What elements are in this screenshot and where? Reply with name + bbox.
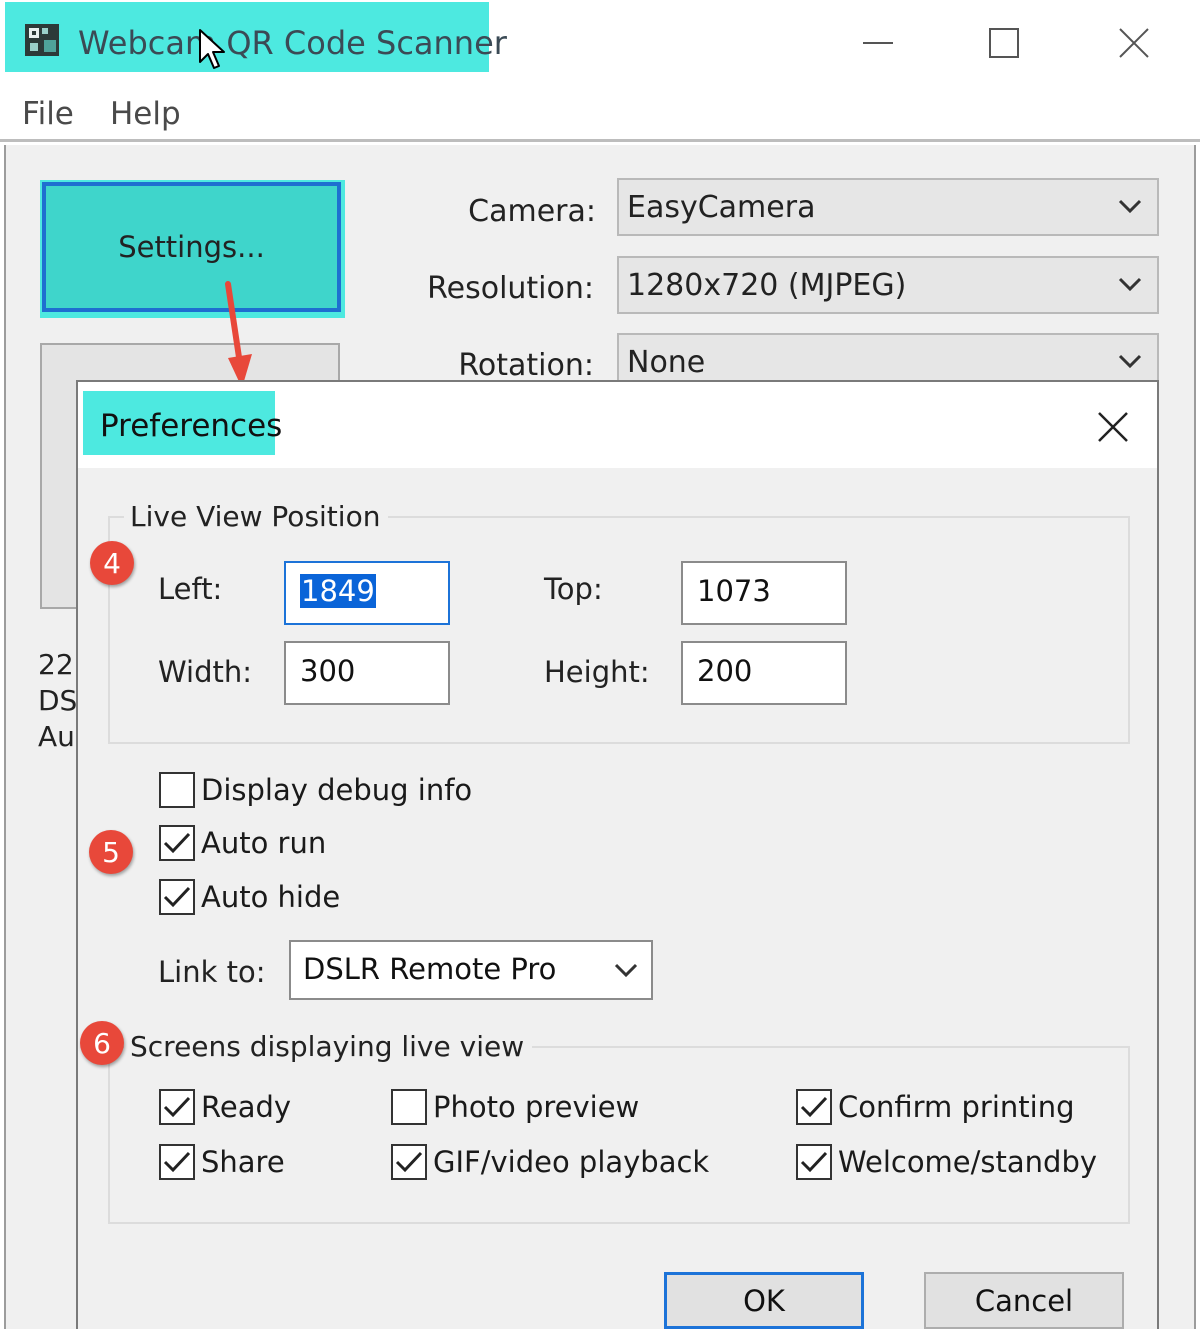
resolution-select[interactable]: 1280x720 (MJPEG) xyxy=(617,256,1159,314)
width-input[interactable]: 300 xyxy=(284,641,450,705)
screen-photo-preview[interactable]: Photo preview xyxy=(391,1087,639,1127)
rotation-value: None xyxy=(627,345,706,380)
side-info-line-2: DSl xyxy=(38,684,78,717)
mouse-cursor-icon xyxy=(199,29,225,69)
cancel-button[interactable]: Cancel xyxy=(924,1272,1124,1329)
maximize-button[interactable] xyxy=(974,18,1034,68)
step-badge-5: 5 xyxy=(89,830,133,874)
settings-button[interactable]: Settings... xyxy=(42,182,341,312)
screen-ready[interactable]: Ready xyxy=(159,1087,291,1127)
side-info-line-1: 22: xyxy=(38,648,78,681)
menu-help[interactable]: Help xyxy=(110,96,181,132)
menu-file[interactable]: File xyxy=(22,96,74,132)
checkmark-icon xyxy=(159,825,195,861)
screens-group-title: Screens displaying live view xyxy=(124,1030,533,1063)
screen-label: Photo preview xyxy=(433,1090,640,1124)
option-label: Display debug info xyxy=(201,773,473,807)
screen-label: Share xyxy=(201,1145,285,1179)
option-display-debug[interactable]: Display debug info xyxy=(159,770,472,810)
title-bar: Webcam QR Code Scanner xyxy=(0,0,1200,78)
dialog-close-button[interactable] xyxy=(1088,402,1138,452)
chevron-down-icon xyxy=(614,963,638,978)
checkmark-icon xyxy=(796,1144,832,1180)
left-value: 1849 xyxy=(300,574,376,608)
resolution-label: Resolution: xyxy=(427,271,594,306)
option-label: Auto hide xyxy=(201,880,341,914)
screen-label: Confirm printing xyxy=(838,1090,1075,1124)
screens-group xyxy=(108,1046,1130,1224)
screen-label: Welcome/standby xyxy=(838,1145,1098,1179)
camera-label: Camera: xyxy=(468,194,596,229)
resolution-value: 1280x720 (MJPEG) xyxy=(627,268,907,303)
camera-select[interactable]: EasyCamera xyxy=(617,178,1159,236)
window-title: Webcam QR Code Scanner xyxy=(78,24,507,62)
live-view-group xyxy=(108,516,1130,744)
screen-label: Ready xyxy=(201,1090,292,1124)
link-to-label: Link to: xyxy=(158,955,266,989)
close-icon xyxy=(1119,28,1149,58)
top-input[interactable]: 1073 xyxy=(681,561,847,625)
link-to-select[interactable]: DSLR Remote Pro xyxy=(289,940,653,1000)
rotation-select[interactable]: None xyxy=(617,333,1159,383)
webcam-app-icon xyxy=(25,24,59,56)
screen-confirm-printing[interactable]: Confirm printing xyxy=(796,1087,1075,1127)
camera-value: EasyCamera xyxy=(627,190,816,225)
dialog-title: Preferences xyxy=(100,408,283,444)
step-badge-4: 4 xyxy=(90,541,134,585)
screen-welcome-standby[interactable]: Welcome/standby xyxy=(796,1142,1097,1182)
left-label: Left: xyxy=(158,572,223,606)
width-label: Width: xyxy=(158,655,253,689)
checkbox-unchecked-icon xyxy=(159,772,195,808)
rotation-label: Rotation: xyxy=(458,348,594,383)
menu-bar: File Help xyxy=(0,80,1200,142)
annotation-arrow-icon xyxy=(225,281,252,388)
option-label: Auto run xyxy=(201,826,327,860)
close-button[interactable] xyxy=(1104,18,1164,68)
top-label: Top: xyxy=(544,572,603,606)
checkmark-icon xyxy=(391,1144,427,1180)
height-label: Height: xyxy=(544,655,650,689)
minimize-icon xyxy=(863,42,893,44)
left-input[interactable]: 1849 xyxy=(284,561,450,625)
screen-share[interactable]: Share xyxy=(159,1142,285,1182)
chevron-down-icon xyxy=(1118,277,1142,292)
height-input[interactable]: 200 xyxy=(681,641,847,705)
live-view-group-title: Live View Position xyxy=(124,500,389,533)
screen-label: GIF/video playback xyxy=(433,1145,710,1179)
checkmark-icon xyxy=(159,879,195,915)
option-auto-hide[interactable]: Auto hide xyxy=(159,877,340,917)
chevron-down-icon xyxy=(1118,199,1142,214)
minimize-button[interactable] xyxy=(848,18,908,68)
ok-button[interactable]: OK xyxy=(664,1272,864,1329)
close-icon xyxy=(1098,412,1128,442)
checkmark-icon xyxy=(159,1144,195,1180)
side-info-line-3: Au xyxy=(38,720,75,753)
chevron-down-icon xyxy=(1118,354,1142,369)
checkbox-unchecked-icon xyxy=(391,1089,427,1125)
checkmark-icon xyxy=(159,1089,195,1125)
link-to-value: DSLR Remote Pro xyxy=(303,952,557,986)
maximize-icon xyxy=(989,28,1019,58)
checkmark-icon xyxy=(796,1089,832,1125)
option-auto-run[interactable]: Auto run xyxy=(159,823,326,863)
screen-gif-video-playback[interactable]: GIF/video playback xyxy=(391,1142,709,1182)
dialog-title-bar: Preferences xyxy=(78,382,1157,468)
step-badge-6: 6 xyxy=(80,1021,124,1065)
